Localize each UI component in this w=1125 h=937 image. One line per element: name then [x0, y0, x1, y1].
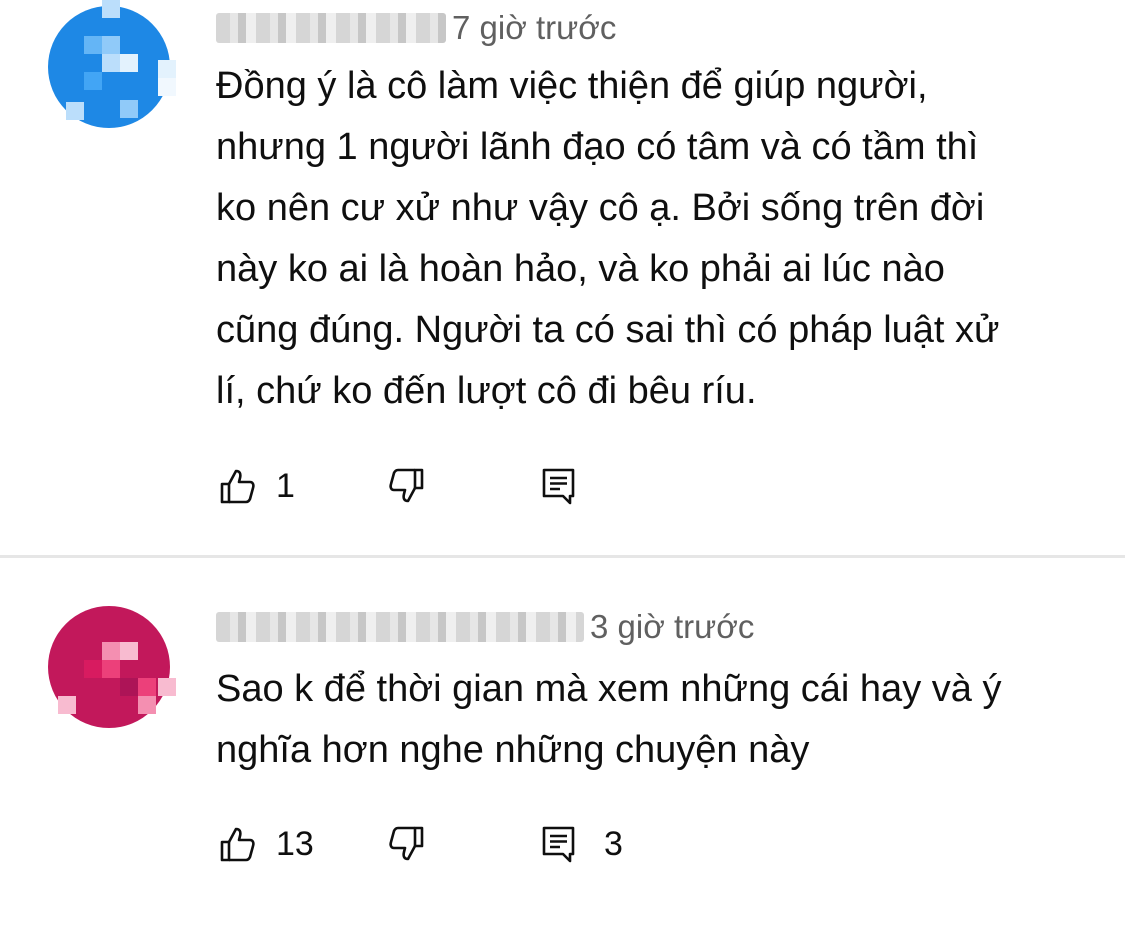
avatar-pixel	[120, 642, 138, 660]
thumbs-down-icon	[389, 826, 424, 861]
thumbs-up-icon	[220, 827, 255, 862]
comment-actions: 13 3	[216, 819, 716, 869]
avatar-pixel	[66, 102, 84, 120]
like-count: 13	[276, 824, 314, 863]
comment-text: Đồng ý là cô làm việc thiện để giúp ngườ…	[216, 56, 1096, 422]
avatar-pixel	[120, 100, 138, 118]
like-button[interactable]: 13	[216, 819, 314, 869]
avatar-pixel	[84, 72, 102, 90]
author-name-blurred[interactable]	[216, 13, 446, 43]
like-count: 1	[276, 466, 295, 505]
reply-count: 3	[604, 824, 623, 863]
comment-time: 3 giờ trước	[590, 608, 755, 645]
comment-line: Đồng ý là cô làm việc thiện để giúp ngườ…	[216, 65, 928, 107]
avatar-pixel	[158, 678, 176, 696]
comment-line: nhưng 1 người lãnh đạo có tâm và có tầm …	[216, 126, 979, 168]
divider	[0, 555, 1125, 558]
comment-text: Sao k để thời gian mà xem những cái hay …	[216, 659, 1096, 781]
author-name-blurred[interactable]	[216, 612, 584, 642]
avatar-pixel	[120, 54, 138, 72]
avatar-pixel	[158, 60, 176, 78]
comment-1: 7 giờ trước Đồng ý là cô làm việc thiện …	[0, 0, 1125, 556]
avatar-pixel	[102, 54, 120, 72]
avatar-pixel	[58, 696, 76, 714]
avatar-pixel	[102, 642, 120, 660]
reply-comment-icon	[542, 826, 575, 863]
comment-2: 3 giờ trước Sao k để thời gian mà xem nh…	[0, 559, 1125, 937]
comment-line: lí, chứ ko đến lượt cô đi bêu ríu.	[216, 370, 757, 412]
thumbs-down-icon	[389, 468, 424, 503]
avatar-pixel	[138, 678, 156, 696]
avatar-pixel	[102, 36, 120, 54]
reply-comment-icon	[542, 468, 575, 505]
thumbs-up-icon	[220, 469, 255, 504]
dislike-button[interactable]	[386, 461, 428, 511]
reply-button[interactable]: 3	[538, 819, 623, 869]
avatar[interactable]	[48, 606, 176, 728]
comment-actions: 1	[216, 461, 716, 511]
comments-page: 7 giờ trước Đồng ý là cô làm việc thiện …	[0, 0, 1125, 937]
avatar-pixel	[120, 678, 138, 696]
avatar-pixel	[84, 660, 102, 678]
comment-line: cũng đúng. Người ta có sai thì có pháp l…	[216, 309, 1000, 351]
avatar-pixel	[138, 696, 156, 714]
comment-meta: 7 giờ trước	[216, 8, 616, 48]
avatar-pixel	[102, 0, 120, 18]
comment-line: này ko ai là hoàn hảo, và ko phải ai lúc…	[216, 248, 945, 290]
dislike-button[interactable]	[386, 819, 428, 869]
avatar-pixel	[102, 660, 120, 678]
avatar-pixel	[84, 36, 102, 54]
comment-line: Sao k để thời gian mà xem những cái hay …	[216, 668, 1002, 710]
avatar-pixel	[158, 78, 176, 96]
comment-meta: 3 giờ trước	[216, 607, 754, 647]
reply-button[interactable]	[538, 461, 604, 511]
like-button[interactable]: 1	[216, 461, 295, 511]
comment-time: 7 giờ trước	[452, 9, 617, 46]
avatar[interactable]	[48, 0, 176, 128]
comment-line: ko nên cư xử như vậy cô ạ. Bởi sống trên…	[216, 187, 985, 229]
comment-line: nghĩa hơn nghe những chuyện này	[216, 729, 810, 771]
